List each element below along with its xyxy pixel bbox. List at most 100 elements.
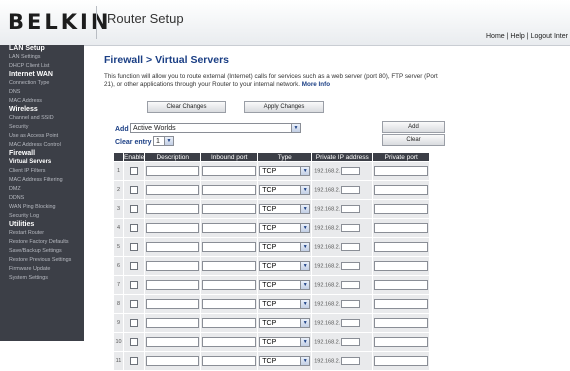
sidebar-item-virtual-servers[interactable]: Virtual Servers xyxy=(0,158,84,167)
ip-last-octet-input[interactable] xyxy=(341,319,361,327)
private-port-input[interactable] xyxy=(374,185,429,195)
type-select[interactable]: TCP ▼ xyxy=(259,337,311,347)
chevron-down-icon[interactable]: ▼ xyxy=(300,300,310,308)
sidebar-item-security-log[interactable]: Security Log xyxy=(0,212,84,221)
inbound-port-input[interactable] xyxy=(202,318,257,328)
sidebar-item-wan-ping-blocking[interactable]: WAN Ping Blocking xyxy=(0,203,84,212)
ip-last-octet-input[interactable] xyxy=(341,262,361,270)
description-input[interactable] xyxy=(146,337,200,347)
home-link[interactable]: Home xyxy=(486,33,505,40)
sidebar-item-mac-address[interactable]: MAC Address xyxy=(0,97,84,106)
sidebar-item-restore-factory-defaults[interactable]: Restore Factory Defaults xyxy=(0,238,84,247)
type-select[interactable]: TCP ▼ xyxy=(259,166,311,176)
private-port-input[interactable] xyxy=(374,356,429,366)
type-select[interactable]: TCP ▼ xyxy=(259,261,311,271)
type-select[interactable]: TCP ▼ xyxy=(259,242,311,252)
sidebar-item-access-point[interactable]: Use as Access Point xyxy=(0,132,84,141)
type-select[interactable]: TCP ▼ xyxy=(259,204,311,214)
sidebar-item-restart-router[interactable]: Restart Router xyxy=(0,229,84,238)
inbound-port-input[interactable] xyxy=(202,242,257,252)
ip-last-octet-input[interactable] xyxy=(341,243,361,251)
inbound-port-input[interactable] xyxy=(202,223,257,233)
sidebar-item-mac-address-filtering[interactable]: MAC Address Filtering xyxy=(0,176,84,185)
description-input[interactable] xyxy=(146,242,200,252)
chevron-down-icon[interactable]: ▼ xyxy=(300,338,310,346)
add-button[interactable]: Add xyxy=(382,121,445,133)
enable-checkbox[interactable] xyxy=(130,243,139,251)
enable-checkbox[interactable] xyxy=(130,205,139,213)
enable-checkbox[interactable] xyxy=(130,186,139,194)
sidebar-item-security[interactable]: Security xyxy=(0,123,84,132)
enable-checkbox[interactable] xyxy=(130,167,139,175)
type-select[interactable]: TCP ▼ xyxy=(259,223,311,233)
sidebar-item-firmware-update[interactable]: Firmware Update xyxy=(0,265,84,274)
private-port-input[interactable] xyxy=(374,204,429,214)
description-input[interactable] xyxy=(146,185,200,195)
service-select[interactable]: Active Worlds ▼ xyxy=(130,123,301,133)
ip-last-octet-input[interactable] xyxy=(341,205,361,213)
inbound-port-input[interactable] xyxy=(202,204,257,214)
inbound-port-input[interactable] xyxy=(202,299,257,309)
enable-checkbox[interactable] xyxy=(130,281,139,289)
more-info-link[interactable]: More Info xyxy=(302,81,330,88)
private-port-input[interactable] xyxy=(374,166,429,176)
sidebar-item-restore-previous-settings[interactable]: Restore Previous Settings xyxy=(0,256,84,265)
enable-checkbox[interactable] xyxy=(130,262,139,270)
description-input[interactable] xyxy=(146,356,200,366)
enable-checkbox[interactable] xyxy=(130,357,139,365)
sidebar-item-dhcp-client-list[interactable]: DHCP Client List xyxy=(0,62,84,71)
enable-checkbox[interactable] xyxy=(130,300,139,308)
clear-changes-button[interactable]: Clear Changes xyxy=(147,101,226,113)
sidebar-section-firewall[interactable]: Firewall xyxy=(0,150,84,158)
sidebar-item-channel-ssid[interactable]: Channel and SSID xyxy=(0,114,84,123)
sidebar-item-mac-address-control[interactable]: MAC Address Control xyxy=(0,141,84,150)
private-port-input[interactable] xyxy=(374,299,429,309)
ip-last-octet-input[interactable] xyxy=(341,357,361,365)
chevron-down-icon[interactable]: ▼ xyxy=(300,357,310,365)
chevron-down-icon[interactable]: ▼ xyxy=(300,167,310,175)
inbound-port-input[interactable] xyxy=(202,185,257,195)
internet-status-link[interactable]: Inter xyxy=(554,33,568,40)
sidebar-item-client-ip-filters[interactable]: Client IP Filters xyxy=(0,167,84,176)
inbound-port-input[interactable] xyxy=(202,337,257,347)
sidebar-item-dns[interactable]: DNS xyxy=(0,88,84,97)
clear-entry-select[interactable]: 1 ▼ xyxy=(153,136,174,146)
chevron-down-icon[interactable]: ▼ xyxy=(300,243,310,251)
sidebar-section-lan[interactable]: LAN Setup xyxy=(0,45,84,53)
description-input[interactable] xyxy=(146,280,200,290)
sidebar-section-internet-wan[interactable]: Internet WAN xyxy=(0,71,84,79)
sidebar-item-system-settings[interactable]: System Settings xyxy=(0,274,84,283)
description-input[interactable] xyxy=(146,261,200,271)
description-input[interactable] xyxy=(146,299,200,309)
type-select[interactable]: TCP ▼ xyxy=(259,356,311,366)
apply-changes-button[interactable]: Apply Changes xyxy=(244,101,324,113)
ip-last-octet-input[interactable] xyxy=(341,224,361,232)
clear-button[interactable]: Clear xyxy=(382,134,445,146)
chevron-down-icon[interactable]: ▼ xyxy=(300,186,310,194)
ip-last-octet-input[interactable] xyxy=(341,338,361,346)
description-input[interactable] xyxy=(146,318,200,328)
sidebar-item-connection-type[interactable]: Connection Type xyxy=(0,79,84,88)
ip-last-octet-input[interactable] xyxy=(341,281,361,289)
private-port-input[interactable] xyxy=(374,280,429,290)
inbound-port-input[interactable] xyxy=(202,280,257,290)
chevron-down-icon[interactable]: ▼ xyxy=(300,281,310,289)
sidebar-section-wireless[interactable]: Wireless xyxy=(0,106,84,114)
type-select[interactable]: TCP ▼ xyxy=(259,185,311,195)
chevron-down-icon[interactable]: ▼ xyxy=(300,224,310,232)
description-input[interactable] xyxy=(146,166,200,176)
ip-last-octet-input[interactable] xyxy=(341,167,361,175)
sidebar-item-lan-settings[interactable]: LAN Settings xyxy=(0,53,84,62)
chevron-down-icon[interactable]: ▼ xyxy=(164,137,173,145)
ip-last-octet-input[interactable] xyxy=(341,300,361,308)
chevron-down-icon[interactable]: ▼ xyxy=(300,319,310,327)
private-port-input[interactable] xyxy=(374,261,429,271)
private-port-input[interactable] xyxy=(374,242,429,252)
logout-link[interactable]: Logout xyxy=(531,33,552,40)
ip-last-octet-input[interactable] xyxy=(341,186,361,194)
inbound-port-input[interactable] xyxy=(202,166,257,176)
chevron-down-icon[interactable]: ▼ xyxy=(300,262,310,270)
sidebar-item-save-backup-settings[interactable]: Save/Backup Settings xyxy=(0,247,84,256)
help-link[interactable]: Help xyxy=(510,33,524,40)
type-select[interactable]: TCP ▼ xyxy=(259,299,311,309)
